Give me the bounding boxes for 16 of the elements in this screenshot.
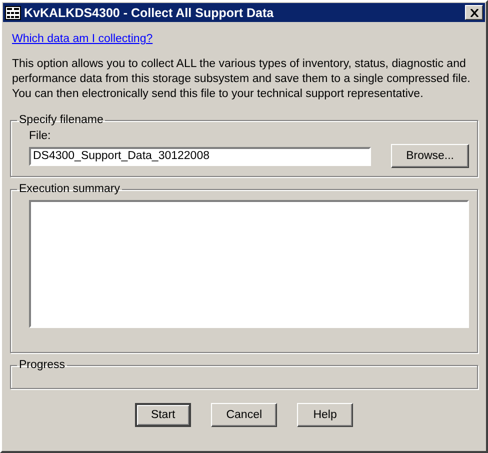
dialog-button[interactable]: Help (297, 403, 354, 427)
window-title: KvKALKDS4300 - Collect All Support Data (24, 6, 275, 20)
summary-text-area[interactable] (29, 200, 469, 328)
group-title: Execution summary (18, 183, 121, 195)
group-title: Specify filename (18, 114, 104, 126)
browse-button[interactable]: Browse... (391, 144, 469, 168)
group-title: Progress (18, 359, 66, 371)
description-text: This option allows you to collect ALL the various types of inventory, status, diagnostic and performance data from this storage subsystem and save them to a single compressed file. You can then electronically send this file to your technical support representative. (12, 57, 472, 102)
app-icon (5, 6, 21, 20)
file-label: File: (29, 130, 52, 142)
dialog-button[interactable]: Cancel (211, 403, 278, 427)
file-input[interactable]: DS4300_Support_Data_30122008 (29, 146, 372, 166)
dialog-button[interactable]: Start (134, 403, 192, 427)
close-icon (470, 8, 478, 16)
close-button[interactable] (465, 5, 483, 20)
help-link[interactable]: Which data am I collecting? (12, 33, 153, 45)
